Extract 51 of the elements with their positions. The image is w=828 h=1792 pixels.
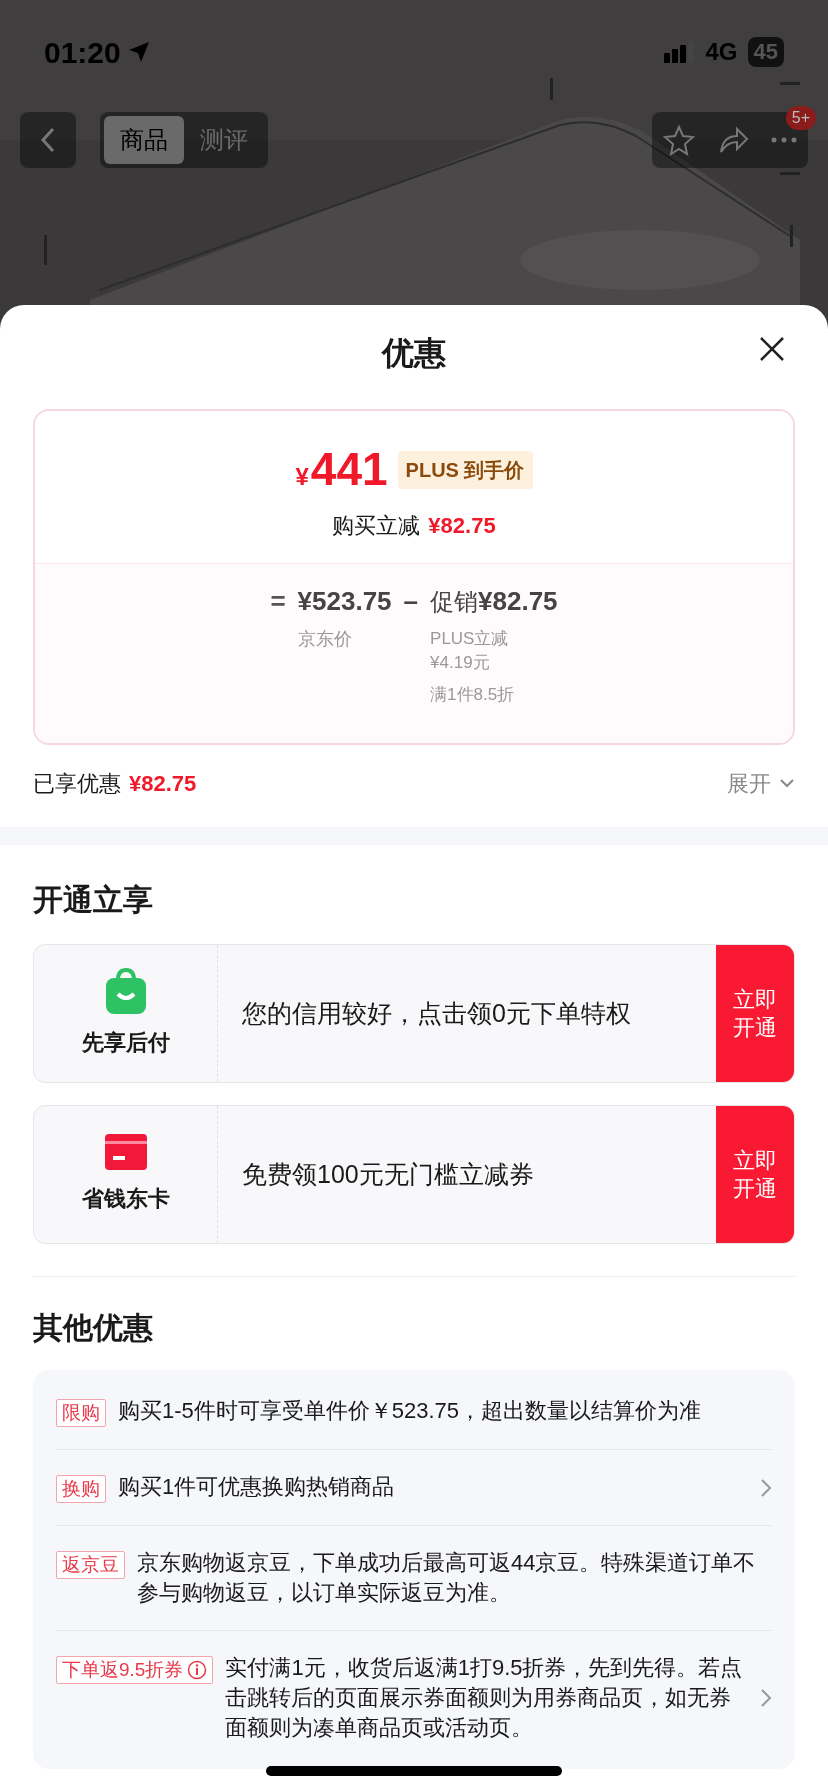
- offer-tag: 限购: [56, 1399, 106, 1427]
- chevron-down-icon: [779, 778, 795, 788]
- chevron-right-icon[interactable]: [760, 1688, 772, 1708]
- expand-button[interactable]: 展开: [727, 766, 795, 800]
- offer-description: 您的信用较好，点击领0元下单特权: [241, 997, 632, 1029]
- share-icon[interactable]: [717, 126, 749, 154]
- back-button[interactable]: [20, 112, 76, 168]
- battery-indicator: 45: [747, 37, 784, 67]
- activate-button[interactable]: 立即开通: [716, 1106, 794, 1243]
- promo-label: 促销: [430, 587, 479, 617]
- close-icon: [758, 335, 786, 363]
- star-icon[interactable]: [663, 124, 695, 156]
- info-icon[interactable]: [187, 1660, 208, 1680]
- offer-tag: 下单返9.5折券: [56, 1656, 214, 1684]
- saved-amount: ¥82.75: [129, 769, 197, 798]
- offer-tag: 换购: [56, 1475, 106, 1503]
- currency-symbol: ¥: [295, 462, 309, 492]
- offer-description: 免费领100元无门槛立减券: [241, 1158, 535, 1190]
- final-price: 441: [310, 445, 388, 493]
- promo-detail: 满1件8.5折: [430, 684, 516, 706]
- offer-text: 京东购物返京豆，下单成功后最高可返44京豆。特殊渠道订单不参与购物返豆，以订单实际返豆为准。: [137, 1549, 757, 1607]
- offer-text: 购买1-5件时可享受单件价￥523.75，超出数量以结算价为准: [118, 1397, 703, 1425]
- shopping-bag-icon: [104, 968, 147, 1014]
- promo-detail: PLUS立减¥4.19元: [430, 628, 510, 674]
- card-icon: [104, 1134, 147, 1170]
- offer-name: 省钱东卡: [81, 1185, 170, 1213]
- signal-icon: [663, 41, 696, 63]
- sheet-title: 优惠: [382, 334, 446, 373]
- base-price: ¥523.75: [297, 585, 392, 618]
- minus-sign: –: [403, 585, 419, 618]
- offer-text: 购买1件可优惠换购热销商品: [118, 1473, 396, 1501]
- base-price-label: 京东价: [297, 628, 353, 651]
- tab[interactable]: 测评: [184, 116, 264, 164]
- discount-amount: ¥82.75: [428, 512, 496, 540]
- plus-price-tag: PLUS 到手价: [397, 451, 533, 489]
- promo-amount: ¥82.75: [478, 585, 558, 618]
- back-icon: [39, 126, 57, 154]
- offer-name: 先享后付: [81, 1029, 170, 1057]
- status-time: 01:20: [44, 34, 121, 71]
- tab[interactable]: 商品: [104, 116, 184, 164]
- discount-label: 购买立减: [332, 512, 421, 540]
- section-title: 其他优惠: [33, 1310, 154, 1346]
- activate-button[interactable]: 立即开通: [716, 945, 794, 1082]
- offer-text: 实付满1元，收货后返满1打9.5折券，先到先得。若点击跳转后的页面展示券面额则为用券商品页，如无券面额则为凑单商品页或活动页。: [225, 1654, 744, 1742]
- more-icon[interactable]: [771, 137, 797, 143]
- network-label: 4G: [705, 37, 738, 67]
- section-title: 开通立享: [33, 882, 154, 918]
- saved-label: 已享优惠: [33, 769, 121, 798]
- offer-tag: 返京豆: [56, 1551, 125, 1579]
- equals-sign: =: [270, 585, 286, 618]
- chevron-right-icon[interactable]: [760, 1477, 772, 1498]
